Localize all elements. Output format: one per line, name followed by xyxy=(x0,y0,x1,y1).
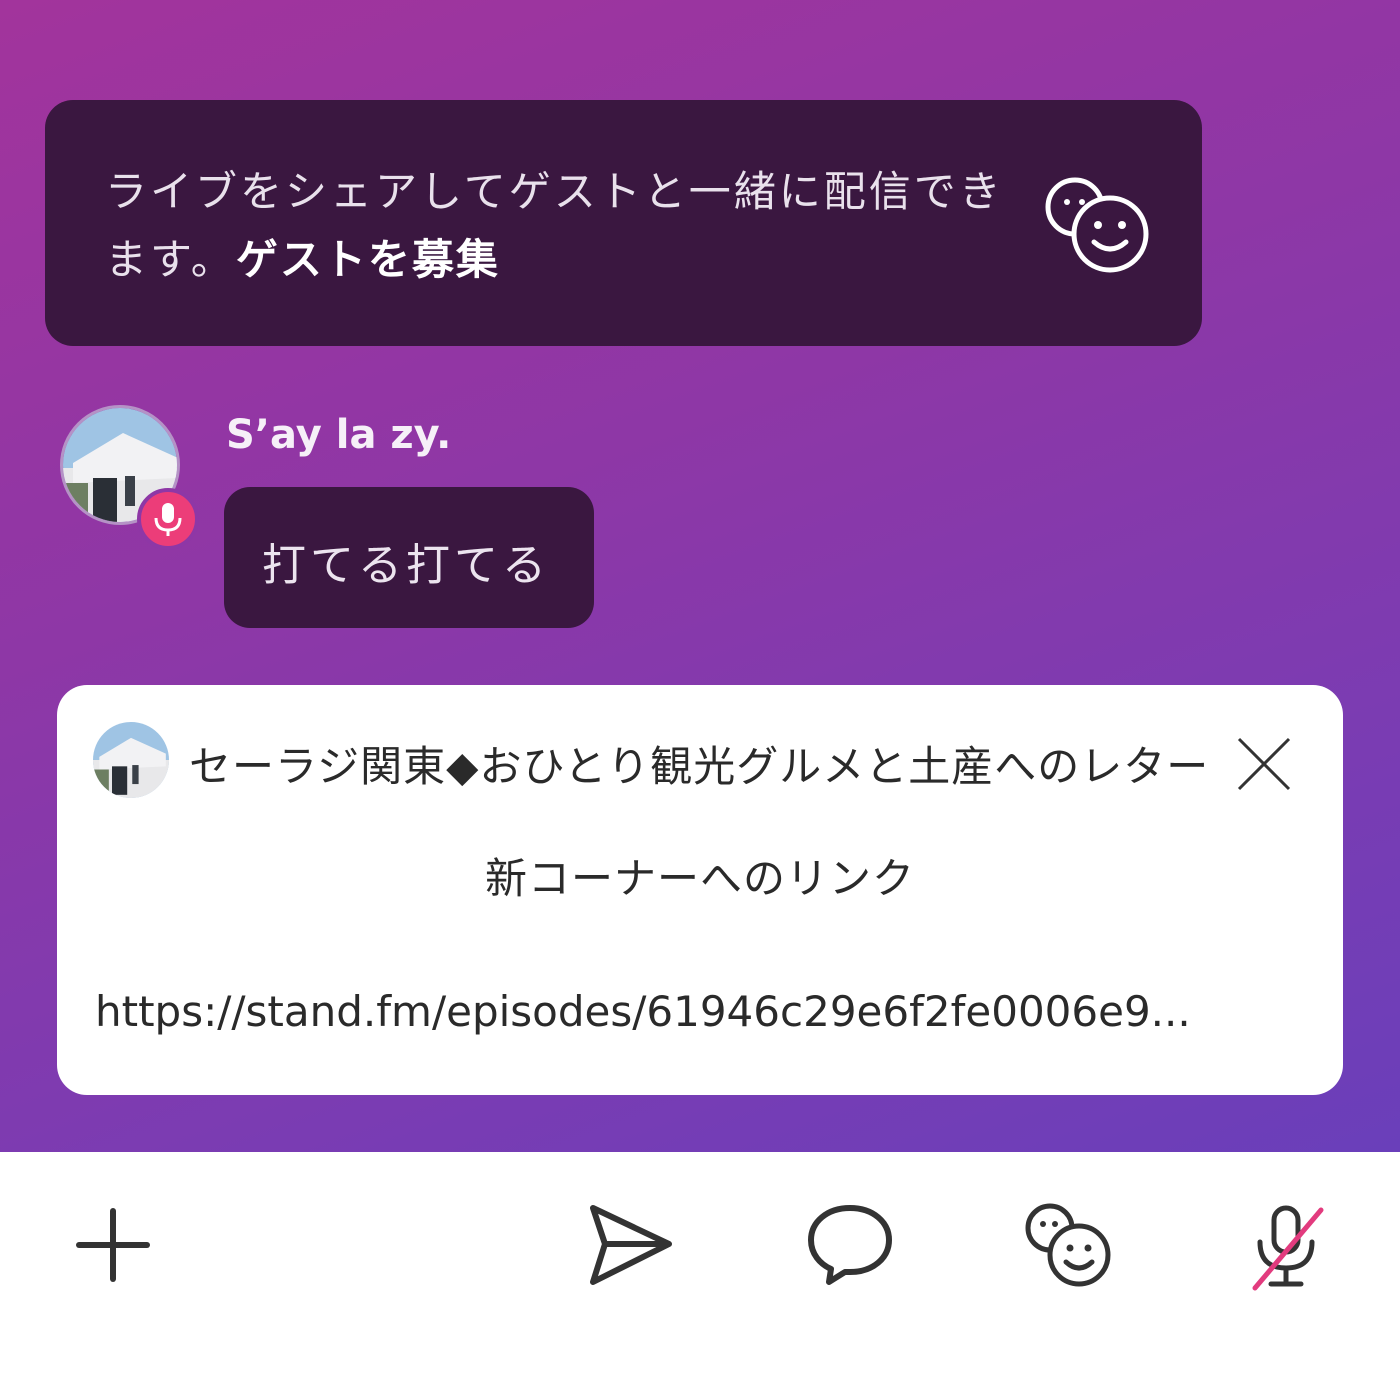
guest-faces-icon[interactable] xyxy=(1040,172,1152,276)
guest-icon[interactable] xyxy=(1022,1200,1114,1290)
mic-muted-icon[interactable] xyxy=(1245,1202,1327,1292)
message-bubble: 打てる打てる xyxy=(224,487,594,628)
comment-icon[interactable] xyxy=(805,1202,895,1288)
speaker-mic-badge xyxy=(137,488,199,550)
card-avatar-image xyxy=(93,722,169,798)
guest-recruit-banner[interactable]: ライブをシェアしてゲストと一緒に配信できます。ゲストを募集 xyxy=(45,100,1202,346)
plus-icon[interactable] xyxy=(75,1207,151,1283)
card-body-line1: 新コーナーへのリンク xyxy=(484,854,915,903)
card-title: セーラジ関東◆おひとり観光グルメと土産へのレター xyxy=(189,742,1210,791)
microphone-icon xyxy=(154,503,182,536)
guest-banner-text: ライブをシェアしてゲストと一緒に配信できます。ゲストを募集 xyxy=(105,158,1005,294)
bottom-toolbar xyxy=(0,1152,1400,1400)
pinned-episode-card[interactable]: セーラジ関東◆おひとり観光グルメと土産へのレター 新コーナーへのリンク http… xyxy=(57,685,1343,1095)
recruit-guest-link[interactable]: ゲストを募集 xyxy=(236,235,500,284)
send-icon[interactable] xyxy=(585,1200,677,1290)
card-episode-link[interactable]: https://stand.fm/episodes/61946c29e6f2fe… xyxy=(95,987,1295,1036)
message-text: 打てる打てる xyxy=(262,540,550,591)
message-username: S’ay la zy. xyxy=(226,412,452,458)
card-avatar xyxy=(93,722,169,798)
close-icon[interactable] xyxy=(1229,729,1299,799)
